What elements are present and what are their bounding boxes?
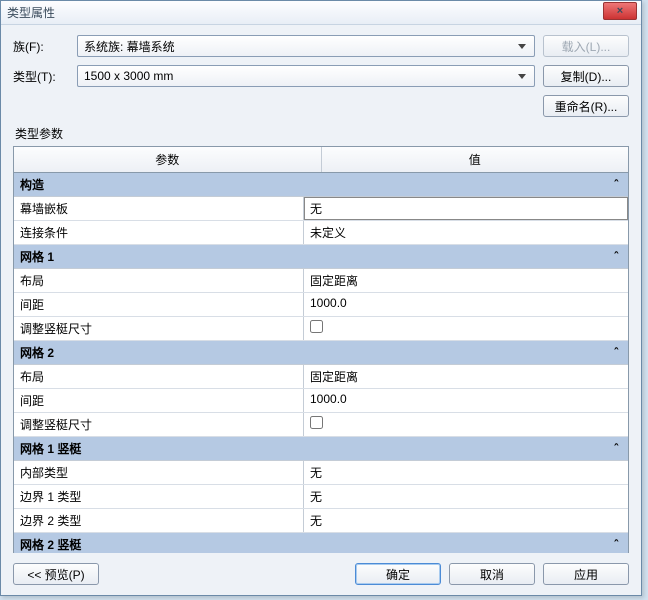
type-select[interactable]: 1500 x 3000 mm xyxy=(77,65,535,87)
param-value[interactable]: 无 xyxy=(304,461,628,484)
param-name: 内部类型 xyxy=(14,461,304,484)
param-name: 调整竖梃尺寸 xyxy=(14,413,304,436)
param-row: 调整竖梃尺寸 xyxy=(14,413,628,437)
param-value[interactable]: 无 xyxy=(304,509,628,532)
param-row: 布局固定距离 xyxy=(14,365,628,389)
param-value[interactable]: 未定义 xyxy=(304,221,628,244)
section-header[interactable]: 网格 2 竖梃 ˆ xyxy=(14,533,628,553)
section-header[interactable]: 网格 1 竖梃 ˆ xyxy=(14,437,628,461)
param-name: 间距 xyxy=(14,293,304,316)
close-icon: × xyxy=(617,5,623,17)
apply-button[interactable]: 应用 xyxy=(543,563,629,585)
section-title: 网格 2 xyxy=(20,344,54,361)
section-title: 网格 2 竖梃 xyxy=(20,536,81,553)
collapse-icon: ˆ xyxy=(613,178,620,192)
param-value[interactable]: 无 xyxy=(304,197,628,220)
param-row: 连接条件未定义 xyxy=(14,221,628,245)
param-name: 边界 1 类型 xyxy=(14,485,304,508)
family-select[interactable]: 系统族: 幕墙系统 xyxy=(77,35,535,57)
param-row: 间距1000.0 xyxy=(14,293,628,317)
type-value: 1500 x 3000 mm xyxy=(84,69,173,83)
family-value: 系统族: 幕墙系统 xyxy=(84,38,175,55)
param-value[interactable] xyxy=(304,413,628,436)
param-row: 调整竖梃尺寸 xyxy=(14,317,628,341)
load-button[interactable]: 载入(L)... xyxy=(543,35,629,57)
section-header[interactable]: 构造 ˆ xyxy=(14,173,628,197)
param-checkbox[interactable] xyxy=(310,416,323,429)
ok-button[interactable]: 确定 xyxy=(355,563,441,585)
dialog-title: 类型属性 xyxy=(7,4,55,21)
param-checkbox[interactable] xyxy=(310,320,323,333)
family-label: 族(F): xyxy=(13,38,71,55)
section-title: 构造 xyxy=(20,176,44,193)
params-grid: 参数 值 构造ˆ幕墙嵌板无连接条件未定义网格 1ˆ布局固定距离间距1000.0调… xyxy=(13,146,629,554)
chevron-down-icon xyxy=(514,39,530,53)
grid-header: 参数 值 xyxy=(14,147,628,173)
collapse-icon: ˆ xyxy=(613,250,620,264)
param-name: 布局 xyxy=(14,365,304,388)
column-value: 值 xyxy=(322,147,629,172)
param-value[interactable]: 固定距离 xyxy=(304,269,628,292)
type-properties-dialog: 类型属性 × 族(F): 系统族: 幕墙系统 载入(L)... 类型(T): 1… xyxy=(0,0,642,596)
rename-button[interactable]: 重命名(R)... xyxy=(543,95,629,117)
cancel-button[interactable]: 取消 xyxy=(449,563,535,585)
column-param: 参数 xyxy=(14,147,322,172)
collapse-icon: ˆ xyxy=(613,346,620,360)
param-row: 间距1000.0 xyxy=(14,389,628,413)
param-row: 边界 1 类型无 xyxy=(14,485,628,509)
param-row: 布局固定距离 xyxy=(14,269,628,293)
preview-button[interactable]: << 预览(P) xyxy=(13,563,99,585)
chevron-down-icon xyxy=(514,69,530,83)
type-params-label: 类型参数 xyxy=(15,125,629,142)
param-name: 边界 2 类型 xyxy=(14,509,304,532)
param-name: 幕墙嵌板 xyxy=(14,197,304,220)
collapse-icon: ˆ xyxy=(613,538,620,552)
dialog-footer: << 预览(P) 确定 取消 应用 xyxy=(1,553,641,595)
close-button[interactable]: × xyxy=(603,2,637,20)
param-row: 边界 2 类型无 xyxy=(14,509,628,533)
param-name: 调整竖梃尺寸 xyxy=(14,317,304,340)
param-name: 连接条件 xyxy=(14,221,304,244)
param-value[interactable]: 1000.0 xyxy=(304,389,628,412)
param-value[interactable]: 1000.0 xyxy=(304,293,628,316)
section-title: 网格 1 竖梃 xyxy=(20,440,81,457)
duplicate-button[interactable]: 复制(D)... xyxy=(543,65,629,87)
param-row: 幕墙嵌板无 xyxy=(14,197,628,221)
section-header[interactable]: 网格 1 ˆ xyxy=(14,245,628,269)
grid-body[interactable]: 构造ˆ幕墙嵌板无连接条件未定义网格 1ˆ布局固定距离间距1000.0调整竖梃尺寸… xyxy=(14,173,628,553)
param-name: 间距 xyxy=(14,389,304,412)
param-value[interactable] xyxy=(304,317,628,340)
param-name: 布局 xyxy=(14,269,304,292)
param-value[interactable]: 无 xyxy=(304,485,628,508)
type-label: 类型(T): xyxy=(13,68,71,85)
title-bar: 类型属性 × xyxy=(1,1,641,25)
collapse-icon: ˆ xyxy=(613,442,620,456)
section-title: 网格 1 xyxy=(20,248,54,265)
param-row: 内部类型无 xyxy=(14,461,628,485)
section-header[interactable]: 网格 2 ˆ xyxy=(14,341,628,365)
param-value[interactable]: 固定距离 xyxy=(304,365,628,388)
